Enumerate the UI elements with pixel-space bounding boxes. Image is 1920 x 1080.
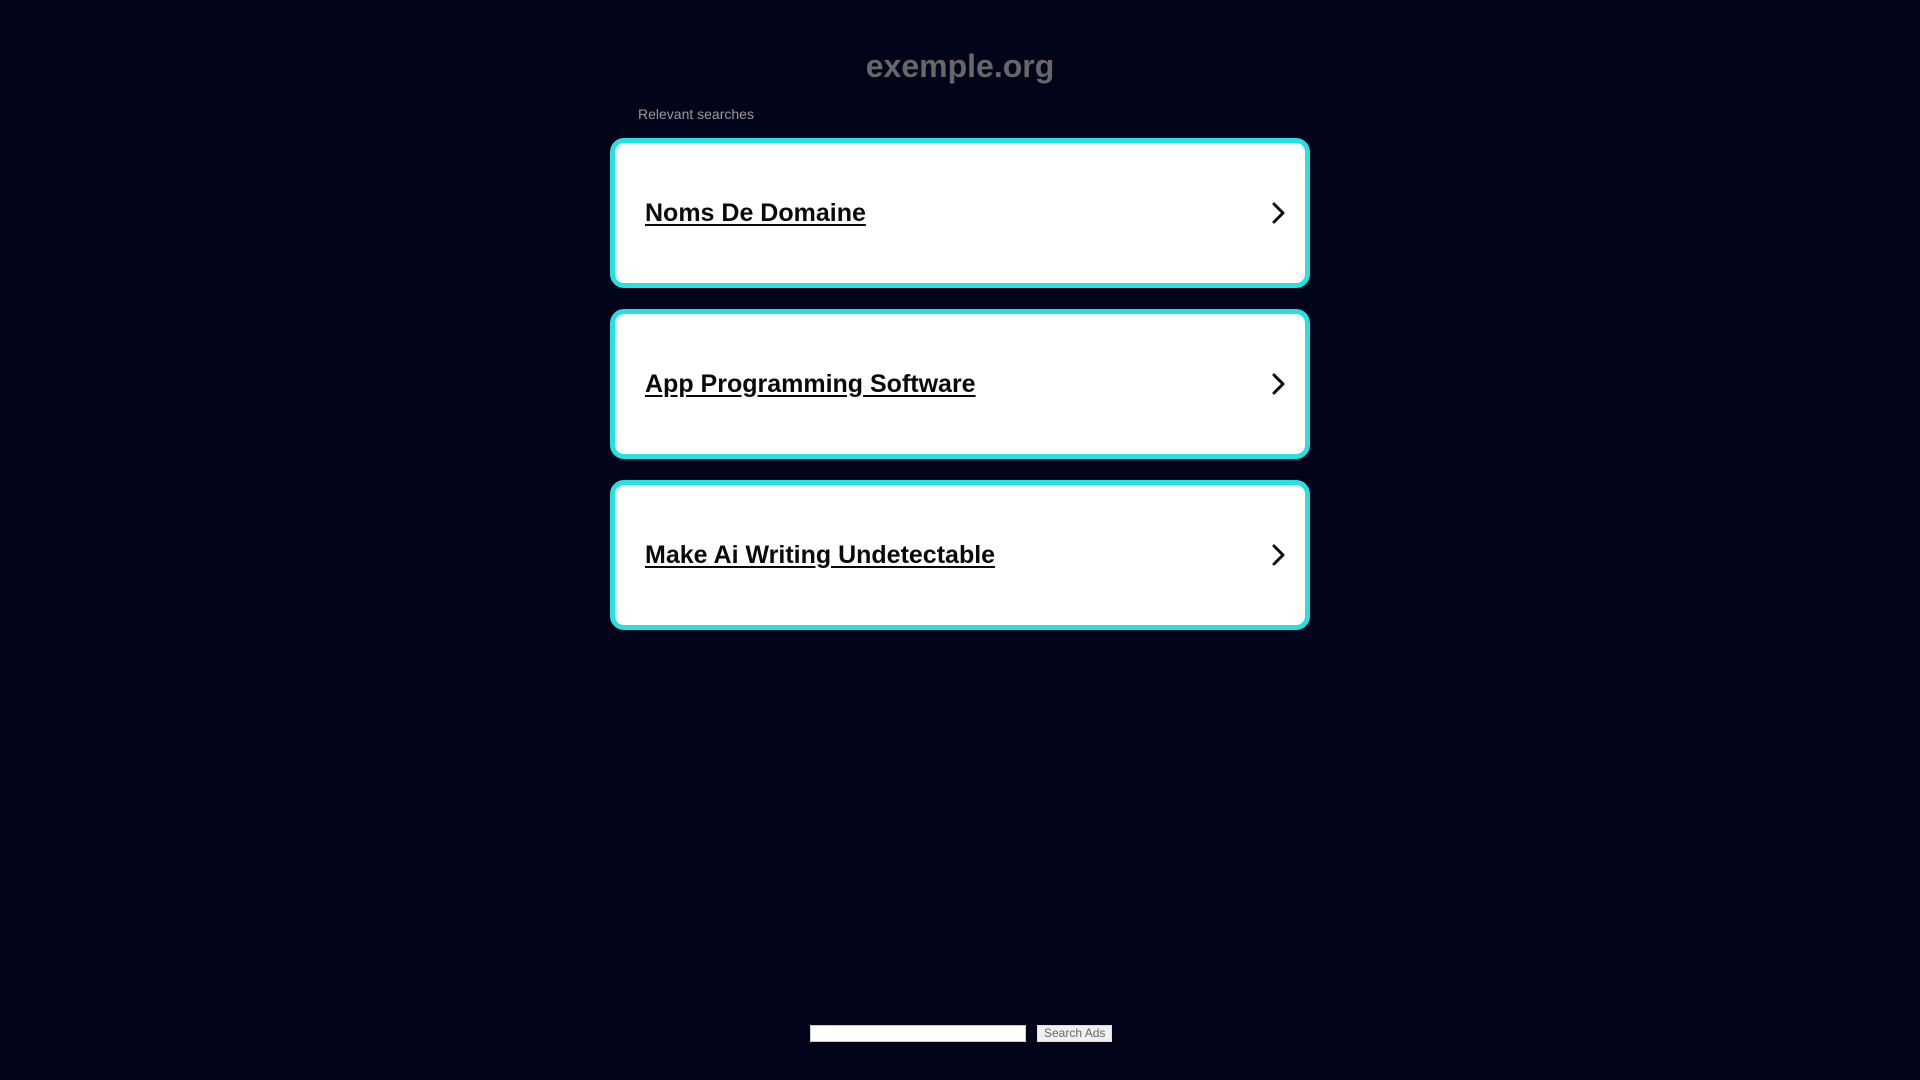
search-link-app-programming-software[interactable]: App Programming Software <box>610 309 1310 459</box>
relevant-searches-label: Relevant searches <box>638 106 754 122</box>
chevron-right-icon <box>1267 542 1289 568</box>
search-input[interactable] <box>810 1025 1026 1042</box>
chevron-right-icon <box>1267 371 1289 397</box>
search-results-list: Noms De Domaine App Programming Software… <box>610 138 1310 651</box>
search-link-label: App Programming Software <box>645 369 976 398</box>
domain-title: exemple.org <box>865 48 1055 84</box>
search-link-noms-de-domaine[interactable]: Noms De Domaine <box>610 138 1310 288</box>
search-ads-button[interactable]: Search Ads <box>1037 1025 1113 1042</box>
search-link-make-ai-writing-undetectable[interactable]: Make Ai Writing Undetectable <box>610 480 1310 630</box>
search-link-label: Make Ai Writing Undetectable <box>645 540 996 569</box>
chevron-right-icon <box>1267 200 1289 226</box>
parked-domain-page: exemple.org Relevant searches Noms De Do… <box>0 0 1920 1080</box>
search-link-label: Noms De Domaine <box>645 198 866 227</box>
search-ads-form: Search Ads <box>810 1025 1113 1042</box>
